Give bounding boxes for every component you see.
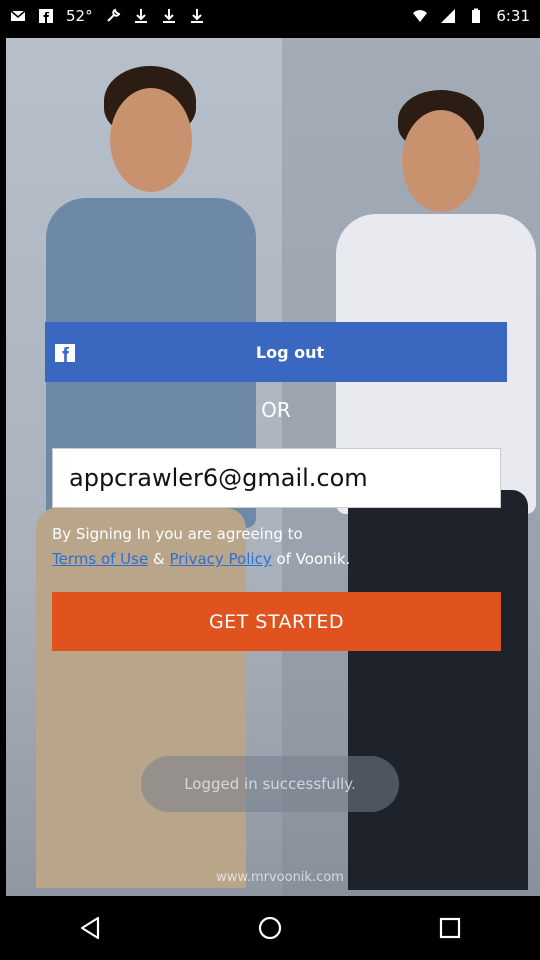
navigation-bar	[0, 896, 540, 960]
terms-suffix-text: of Voonik.	[276, 550, 351, 568]
mail-icon	[10, 10, 26, 21]
download-icon	[162, 9, 175, 23]
status-bar: 52° 6:31	[0, 0, 540, 32]
recents-button[interactable]	[426, 904, 474, 952]
terms-line: Terms of Use & Privacy Policy of Voonik.	[52, 550, 350, 568]
clock-text: 6:31	[496, 7, 530, 25]
download-icon	[190, 9, 203, 23]
download-icon	[134, 9, 147, 23]
login-success-toast: Logged in successfully.	[141, 756, 399, 812]
terms-of-use-link[interactable]: Terms of Use	[52, 550, 148, 568]
footer-url: www.mrvoonik.com	[216, 870, 344, 885]
wrench-icon	[106, 8, 120, 22]
back-icon	[80, 916, 100, 940]
privacy-policy-link[interactable]: Privacy Policy	[169, 550, 271, 568]
battery-icon	[472, 8, 481, 23]
recents-icon	[439, 917, 461, 939]
wifi-icon	[413, 10, 428, 22]
home-icon	[258, 916, 282, 940]
temperature-text: 52°	[66, 7, 93, 25]
back-button[interactable]	[66, 904, 114, 952]
get-started-button[interactable]: GET STARTED	[52, 592, 501, 651]
terms-intro-text: By Signing In you are agreeing to	[52, 525, 303, 543]
ampersand-text: &	[152, 550, 165, 568]
facebook-logout-label[interactable]: Log out	[45, 322, 535, 382]
facebook-notification-icon	[39, 9, 53, 23]
home-button[interactable]	[246, 904, 294, 952]
or-divider: OR	[261, 398, 291, 422]
email-field[interactable]: appcrawler6@gmail.com	[52, 448, 501, 508]
signal-icon	[441, 9, 456, 23]
